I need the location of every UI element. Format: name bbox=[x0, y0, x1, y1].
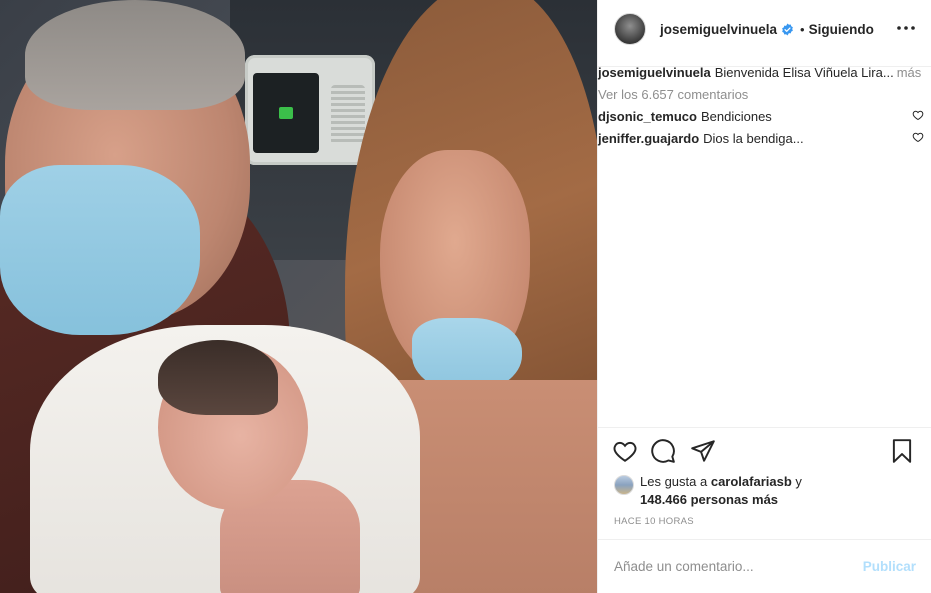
comment-icon[interactable] bbox=[650, 438, 676, 464]
comment-input[interactable] bbox=[614, 559, 863, 574]
post-header: josemiguelvinuela • Siguiendo bbox=[598, 0, 931, 58]
comment-like-heart-icon[interactable] bbox=[912, 106, 924, 128]
comments-section: josemiguelvinuela Bienvenida Elisa Viñue… bbox=[598, 62, 931, 427]
heart-icon[interactable] bbox=[612, 438, 638, 464]
caption-username[interactable]: josemiguelvinuela bbox=[598, 62, 711, 84]
comment-item: jeniffer.guajardo Dios la bendiga... bbox=[598, 128, 924, 150]
likes-summary: Les gusta a carolafariasb y 148.466 pers… bbox=[614, 473, 914, 509]
post-actions bbox=[612, 438, 918, 466]
post-caption: josemiguelvinuela Bienvenida Elisa Viñue… bbox=[598, 62, 924, 84]
post-photo[interactable] bbox=[0, 0, 597, 593]
send-icon[interactable] bbox=[690, 438, 716, 464]
monitor-grill bbox=[331, 85, 365, 145]
comment-username[interactable]: jeniffer.guajardo bbox=[598, 131, 699, 146]
actions-divider bbox=[598, 427, 931, 428]
likes-conjunction: y bbox=[795, 474, 802, 489]
profile-avatar[interactable] bbox=[614, 13, 646, 45]
verified-badge-icon bbox=[781, 23, 794, 36]
photo-man-mask bbox=[0, 165, 200, 335]
post-side-panel: josemiguelvinuela • Siguiendo josemiguel… bbox=[597, 0, 931, 593]
caption-text: Bienvenida Elisa Viñuela Lira... bbox=[714, 65, 894, 80]
comment-like-heart-icon[interactable] bbox=[912, 128, 924, 150]
liker-username[interactable]: carolafariasb bbox=[711, 474, 792, 489]
caption-more-link[interactable]: más bbox=[897, 62, 922, 84]
separator-dot: • bbox=[800, 21, 805, 37]
publish-button[interactable]: Publicar bbox=[863, 559, 916, 574]
comment-text: Bendiciones bbox=[700, 109, 772, 124]
monitor-screen bbox=[253, 73, 319, 153]
photo-monitor bbox=[245, 55, 375, 165]
add-comment-bar: Publicar bbox=[598, 540, 931, 593]
header-username[interactable]: josemiguelvinuela bbox=[660, 22, 777, 37]
view-all-comments-link[interactable]: Ver los 6.657 comentarios bbox=[598, 84, 924, 106]
liker-avatar[interactable] bbox=[614, 475, 634, 495]
comment-text: Dios la bendiga... bbox=[703, 131, 804, 146]
more-options-icon[interactable] bbox=[894, 16, 918, 40]
likes-prefix: Les gusta a bbox=[640, 474, 708, 489]
following-button[interactable]: Siguiendo bbox=[809, 22, 874, 37]
photo-man-hair bbox=[25, 0, 245, 110]
likes-others-link[interactable]: 148.466 personas más bbox=[614, 491, 914, 509]
photo-baby-hair bbox=[158, 340, 278, 415]
comment-item: djsonic_temuco Bendiciones bbox=[598, 106, 924, 128]
bookmark-icon[interactable] bbox=[889, 438, 915, 464]
post-timestamp[interactable]: HACE 10 HORAS bbox=[614, 516, 694, 527]
comment-username[interactable]: djsonic_temuco bbox=[598, 109, 697, 124]
